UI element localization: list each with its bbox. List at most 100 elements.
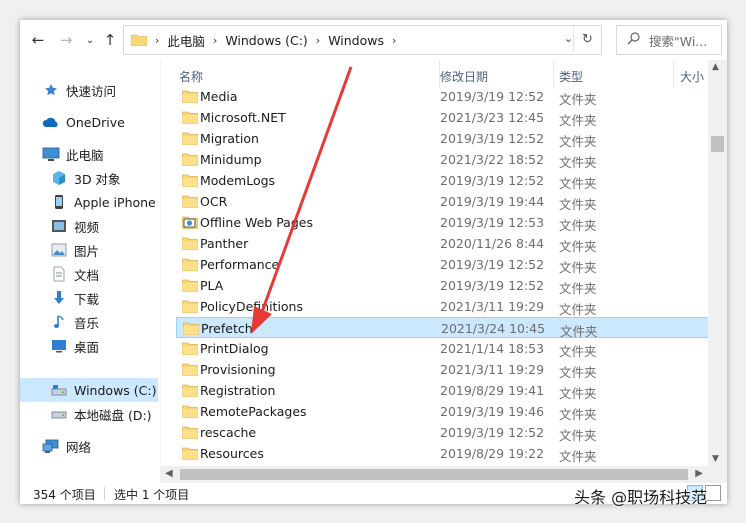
quick-access-star-icon <box>42 82 60 98</box>
folder-icon <box>182 384 198 397</box>
sidebar-item-label: 视频 <box>74 219 100 235</box>
file-row[interactable]: Registration 2019/8/29 19:41 文件夹 <box>176 380 710 401</box>
file-row[interactable]: Migration 2019/3/19 12:52 文件夹 <box>176 128 710 149</box>
file-name: Panther <box>200 236 249 251</box>
vertical-scrollbar[interactable]: ▲ ▼ <box>708 60 727 466</box>
file-type: 文件夹 <box>559 260 597 275</box>
sidebar-item-desktop[interactable]: 桌面 <box>50 334 99 358</box>
scroll-left-arrow-icon[interactable]: ◀ <box>165 468 173 479</box>
file-row[interactable]: PolicyDefinitions 2021/3/11 19:29 文件夹 <box>176 296 710 317</box>
breadcrumb-windows[interactable]: Windows <box>328 33 384 48</box>
sidebar-item-network[interactable]: 网络 <box>42 434 91 458</box>
file-name: Performance <box>200 257 280 272</box>
file-row[interactable]: ModemLogs 2019/3/19 12:52 文件夹 <box>176 170 710 191</box>
large-icons-view-icon[interactable] <box>705 485 721 501</box>
sidebar-item-this-pc[interactable]: 此电脑 <box>42 142 104 166</box>
file-name: Resources <box>200 446 264 461</box>
file-row[interactable]: rescache 2019/3/19 12:52 文件夹 <box>176 422 710 443</box>
breadcrumb-chevron-icon[interactable]: › <box>316 34 320 47</box>
sidebar-item-downloads[interactable]: 下载 <box>50 286 99 310</box>
file-row[interactable]: PrintDialog 2021/1/14 18:53 文件夹 <box>176 338 710 359</box>
column-header-type[interactable]: 类型 <box>559 68 583 85</box>
file-name: Provisioning <box>200 362 276 377</box>
file-name: ModemLogs <box>200 173 276 188</box>
file-modified-date: 2019/8/29 19:41 <box>440 383 545 398</box>
scrollbar-thumb[interactable] <box>711 136 724 152</box>
address-dropdown-chevron-icon[interactable]: ⌄ <box>564 32 573 45</box>
file-row[interactable]: Media 2019/3/19 12:52 文件夹 <box>176 86 710 107</box>
file-type: 文件夹 <box>559 428 597 443</box>
recent-locations-chevron-icon[interactable]: ⌄ <box>80 30 100 50</box>
search-box[interactable]: 搜索"Wi... <box>616 25 722 55</box>
file-name: Microsoft.NET <box>200 110 286 125</box>
file-modified-date: 2019/3/19 12:52 <box>440 131 545 146</box>
scrollbar-thumb[interactable] <box>180 469 688 480</box>
file-row[interactable]: Minidump 2021/3/22 18:52 文件夹 <box>176 149 710 170</box>
file-modified-date: 2021/3/22 18:52 <box>440 152 545 167</box>
breadcrumb-chevron-icon[interactable]: › <box>155 34 159 47</box>
folder-icon <box>182 90 198 103</box>
column-divider[interactable] <box>673 60 674 88</box>
folder-icon <box>182 258 198 271</box>
file-name: Offline Web Pages <box>200 215 313 230</box>
scroll-right-arrow-icon[interactable]: ▶ <box>695 468 703 479</box>
sidebar-item-3d-objects[interactable]: 3D 对象 <box>50 166 121 190</box>
file-row[interactable]: Offline Web Pages 2019/3/19 12:53 文件夹 <box>176 212 710 233</box>
breadcrumb-this-pc[interactable]: 此电脑 <box>167 31 205 50</box>
breadcrumb-chevron-icon[interactable]: › <box>213 34 217 47</box>
sidebar-item-label: 下载 <box>74 291 100 307</box>
sidebar-item-quick-access[interactable]: 快速访问 <box>42 78 116 102</box>
sidebar-item-label: 此电脑 <box>66 147 104 163</box>
sidebar-item-documents[interactable]: 文档 <box>50 262 99 286</box>
sidebar-item-pictures[interactable]: 图片 <box>50 238 99 262</box>
folder-icon <box>182 300 198 313</box>
column-header-row: 名称 修改日期 类型 大小 <box>161 60 710 88</box>
folder-icon <box>182 174 198 187</box>
column-header-name[interactable]: 名称 <box>179 68 203 85</box>
file-row[interactable]: Prefetch 2021/3/24 10:45 文件夹 <box>176 317 710 339</box>
file-modified-date: 2019/3/19 12:52 <box>440 89 545 104</box>
file-row[interactable]: Resources 2019/8/29 19:22 文件夹 <box>176 443 710 464</box>
file-row[interactable]: OCR 2019/3/19 19:44 文件夹 <box>176 191 710 212</box>
column-divider[interactable] <box>553 60 554 88</box>
downloads-icon <box>50 290 68 306</box>
column-header-date[interactable]: 修改日期 <box>440 68 488 85</box>
sidebar-item-apple-iphone[interactable]: Apple iPhone <box>50 190 156 214</box>
this-pc-icon <box>42 146 60 162</box>
forward-arrow-icon[interactable]: → <box>56 30 76 50</box>
scroll-up-arrow-icon[interactable]: ▲ <box>712 62 719 72</box>
file-row[interactable]: Performance 2019/3/19 12:52 文件夹 <box>176 254 710 275</box>
sidebar-item-videos[interactable]: 视频 <box>50 214 99 238</box>
file-row[interactable]: Panther 2020/11/26 8:44 文件夹 <box>176 233 710 254</box>
sidebar-item-label: 桌面 <box>74 339 100 355</box>
file-type: 文件夹 <box>559 92 597 107</box>
sidebar-item-drive-c[interactable]: Windows (C:) <box>20 378 158 402</box>
refresh-icon[interactable]: ↻ <box>573 26 601 52</box>
search-icon <box>627 32 640 48</box>
breadcrumb-drive-c[interactable]: Windows (C:) <box>225 33 307 48</box>
breadcrumb-chevron-icon[interactable]: › <box>392 34 396 47</box>
selected-count: 选中 1 个项目 <box>114 488 190 502</box>
status-divider <box>104 487 105 500</box>
file-row[interactable]: Provisioning 2021/3/11 19:29 文件夹 <box>176 359 710 380</box>
file-type: 文件夹 <box>559 176 597 191</box>
up-arrow-icon[interactable]: ↑ <box>100 30 120 50</box>
sidebar-item-onedrive[interactable]: OneDrive <box>42 110 125 134</box>
column-header-size[interactable]: 大小 <box>680 68 704 85</box>
sidebar-item-music[interactable]: 音乐 <box>50 310 99 334</box>
file-modified-date: 2020/11/26 8:44 <box>440 236 545 251</box>
file-row[interactable]: RemotePackages 2019/3/19 19:46 文件夹 <box>176 401 710 422</box>
scroll-down-arrow-icon[interactable]: ▼ <box>712 454 719 464</box>
file-row[interactable]: PLA 2019/3/19 12:52 文件夹 <box>176 275 710 296</box>
file-modified-date: 2019/3/19 12:53 <box>440 215 545 230</box>
file-row[interactable]: Microsoft.NET 2021/3/23 12:45 文件夹 <box>176 107 710 128</box>
address-bar[interactable]: › 此电脑 › Windows (C:) › Windows › ⌄ ↻ <box>123 25 602 55</box>
back-arrow-icon[interactable]: ← <box>28 30 48 50</box>
file-name: RemotePackages <box>200 404 307 419</box>
onedrive-cloud-icon <box>42 114 60 130</box>
watermark: 头条 @职场科技范 <box>574 488 708 507</box>
file-type: 文件夹 <box>559 281 597 296</box>
horizontal-scrollbar[interactable]: ◀ ▶ <box>160 466 708 483</box>
3d-objects-icon <box>50 170 68 186</box>
sidebar-item-drive-d[interactable]: 本地磁盘 (D:) <box>50 402 152 426</box>
